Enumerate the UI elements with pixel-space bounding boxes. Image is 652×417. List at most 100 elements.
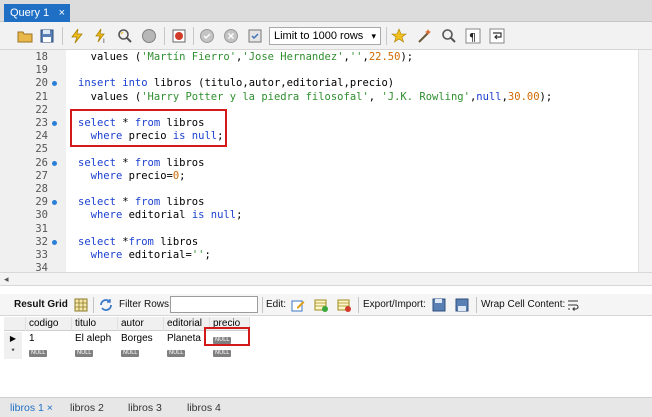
table-cell[interactable]: Borges [118,332,164,346]
close-icon[interactable]: × [59,4,65,22]
import-icon[interactable] [454,297,470,313]
code-line[interactable]: 33 where editorial=''; [0,249,652,262]
tab-libros-3[interactable]: libros 3 [128,401,162,415]
code-text: select *from libros [78,236,198,249]
wand-icon[interactable] [416,27,434,45]
code-token: where [90,169,123,182]
column-header[interactable]: titulo [72,317,118,331]
table-row[interactable]: * NULL NULL NULL NULL NULL [4,345,250,359]
table-cell[interactable]: NULL [72,345,118,359]
code-token: libros (titulo,autor,editorial,precio) [147,77,395,90]
auto-commit-icon[interactable] [246,27,264,45]
column-header[interactable]: codigo [26,317,72,331]
execute-lightning-icon[interactable] [68,27,86,45]
cell-value: Planeta [167,333,201,344]
rollback-icon [222,27,240,45]
code-token: libros [160,196,205,209]
code-line[interactable]: 18 values ('Martín Fierro','Jose Hernand… [0,51,652,64]
editor-horizontal-scrollbar[interactable]: ◂ [0,272,652,286]
highlight-box-query [70,109,227,147]
chevron-left-icon[interactable]: ◂ [4,273,9,286]
code-line[interactable]: 32 select *from libros [0,236,652,249]
code-line[interactable]: 27 where precio=0; [0,170,652,183]
tab-libros-1[interactable]: libros 1 × [10,401,53,415]
result-toolbar: Result Grid Filter Rows: Edit: Export/Im… [0,294,652,316]
add-row-icon[interactable] [313,297,329,313]
toggle-error-stop-icon[interactable] [170,27,188,45]
stop-icon[interactable] [140,27,158,45]
code-line[interactable]: 28 [0,183,652,196]
cell-value: 1 [29,333,35,344]
statement-marker-icon [52,81,57,87]
line-number: 25 [35,143,48,156]
execute-current-icon[interactable]: I [92,27,110,45]
code-line[interactable]: 21 values ('Harry Potter y la piedra fil… [0,91,652,104]
export-icon[interactable] [431,297,447,313]
wrap-cell-icon[interactable] [565,297,581,313]
code-token: 'Jose Hernandez' [242,51,344,63]
code-text: select * from libros [78,157,204,170]
code-token: values ( [78,90,142,103]
refresh-icon[interactable] [98,297,114,313]
line-number: 27 [35,169,48,182]
code-token: 'J.K. Rowling' [381,90,470,103]
code-line[interactable]: 20 insert into libros (titulo,autor,edito… [0,77,652,90]
delete-row-icon[interactable] [336,297,352,313]
code-token: from [134,196,161,209]
tab-libros-4[interactable]: libros 4 [187,401,221,415]
table-cell[interactable]: El aleph [72,332,118,346]
code-token: values ( [78,51,142,63]
code-token: from [134,156,161,169]
code-token: from [128,235,154,248]
code-token: precio= [122,169,173,182]
tab-label: Query 1 [10,7,50,19]
code-text: select * from libros [78,196,204,209]
line-number: 31 [35,222,48,235]
line-number: 18 [35,51,48,63]
filter-rows-input[interactable] [170,296,258,313]
line-number: 22 [35,103,48,116]
code-line[interactable]: 31 [0,223,652,236]
line-number: 28 [35,183,48,195]
edit-cell-icon[interactable] [290,297,306,313]
row-marker: * [4,345,22,359]
code-line[interactable]: 29 select * from libros [0,196,652,209]
table-cell[interactable]: NULL [210,345,250,359]
table-cell[interactable]: NULL [26,345,72,359]
column-header[interactable]: autor [118,317,164,331]
query-tab-bar: Query 1 × [0,0,652,22]
line-number: 19 [35,64,48,77]
wrap-cell-label: Wrap Cell Content: [481,299,566,310]
limit-rows-select[interactable]: Limit to 1000 rows ▾ [269,27,381,45]
row-marker: ▶ [4,332,22,346]
editor-vertical-scrollbar[interactable] [638,50,652,272]
find-magnifier-icon[interactable] [440,27,458,45]
code-line[interactable]: 26 select * from libros [0,157,652,170]
result-grid-label[interactable]: Result Grid [14,298,68,312]
cell-value: El aleph [75,333,112,344]
tab-libros-2[interactable]: libros 2 [70,401,104,415]
null-badge: NULL [213,350,232,357]
beautify-star-icon[interactable] [390,27,408,45]
cell-value: Borges [121,333,153,344]
code-line[interactable]: 19 [0,64,652,77]
sql-toolbar: I Limit to 1000 rows ▾ ¶ [0,22,652,50]
code-line[interactable]: 30 where editorial is null; [0,209,652,222]
filter-rows-label: Filter Rows: [119,299,172,310]
code-token: * [115,156,135,169]
word-wrap-icon[interactable] [488,27,506,45]
sql-editor[interactable]: 18 values ('Martín Fierro','Jose Hernand… [0,50,652,274]
tab-query-1[interactable]: Query 1 × [4,4,70,22]
table-cell[interactable]: 1 [26,332,72,346]
table-cell[interactable]: NULL [164,345,210,359]
invisible-chars-icon[interactable]: ¶ [464,27,482,45]
code-token: 'Harry Potter y la piedra filosofal' [141,90,369,103]
code-token: select [78,156,116,169]
grid-view-icon[interactable] [73,297,89,313]
table-cell[interactable]: NULL [118,345,164,359]
open-folder-icon[interactable] [16,27,34,45]
commit-icon [198,27,216,45]
explain-magnifier-icon[interactable] [116,27,134,45]
save-icon[interactable] [38,27,56,45]
